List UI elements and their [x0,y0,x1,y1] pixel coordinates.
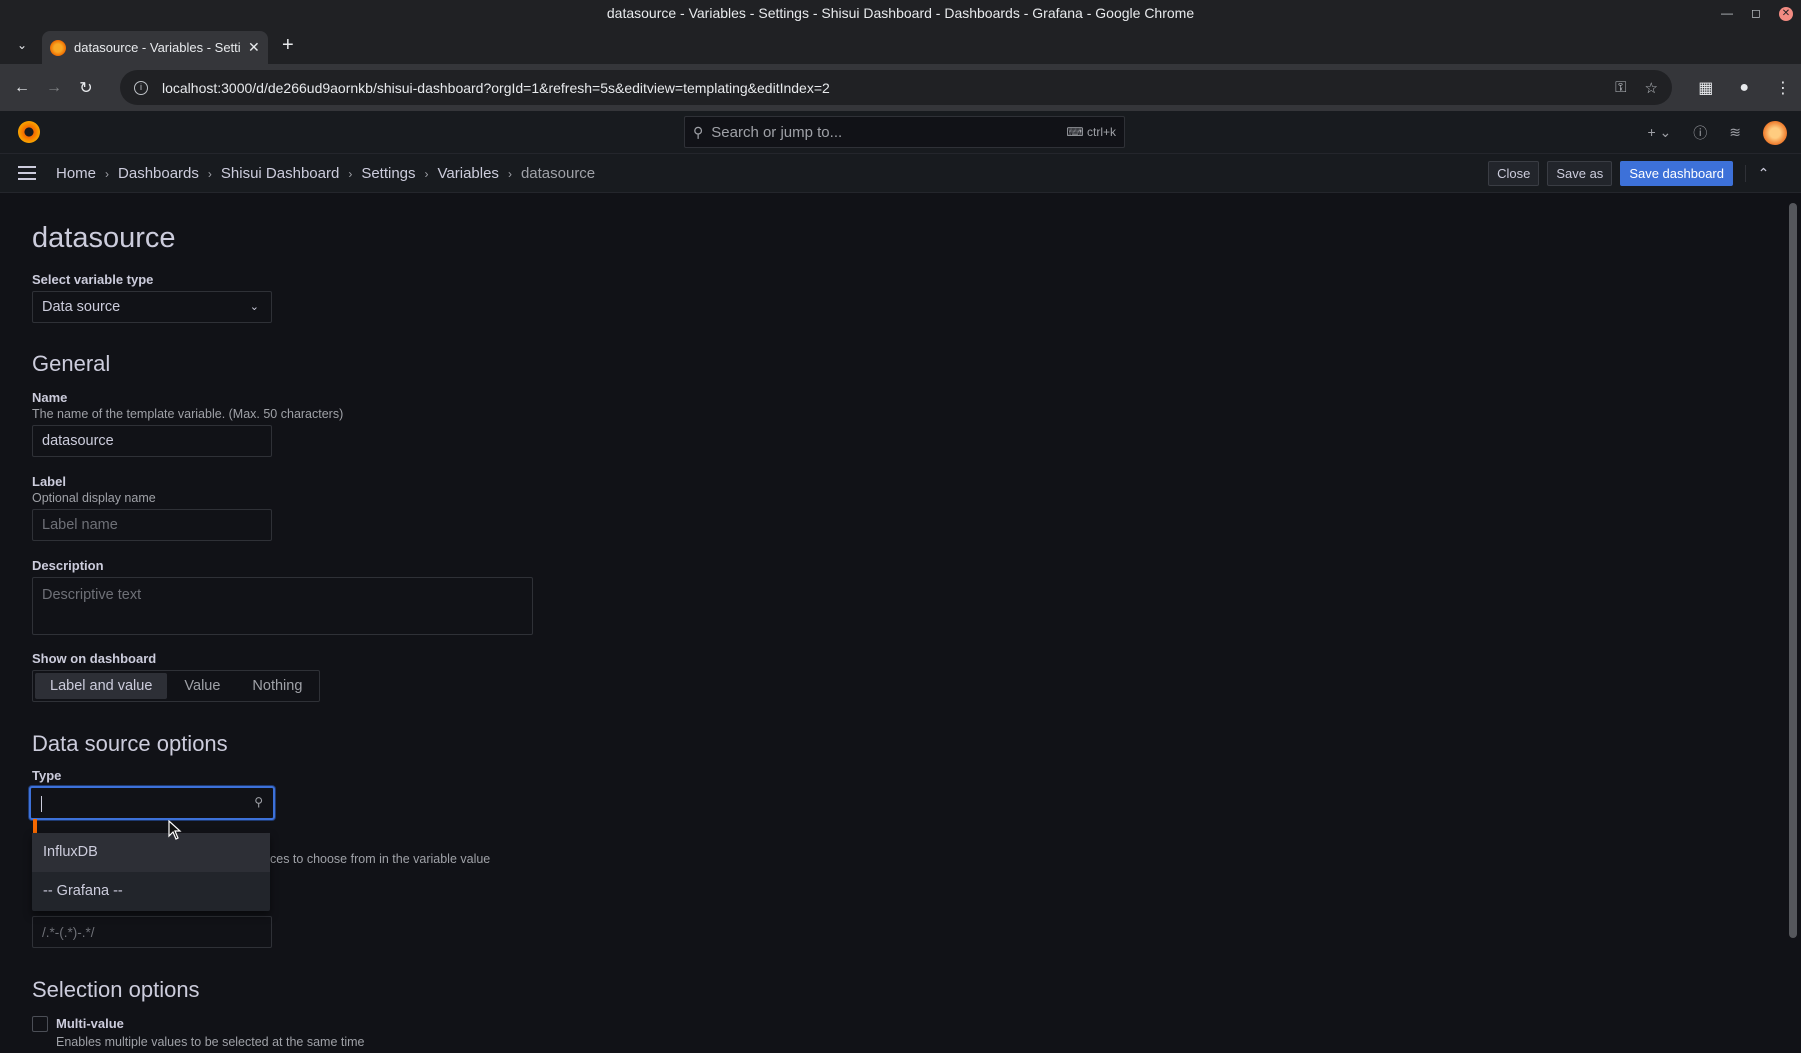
description-placeholder: Descriptive text [42,587,142,603]
site-info-icon[interactable]: i [134,80,148,95]
regex-input[interactable]: /.*-(.*)-.*/ [32,916,272,948]
save-as-button[interactable]: Save as [1547,161,1613,186]
chevron-up-icon[interactable]: ⌃ [1745,165,1781,182]
show-on-dashboard-radio-group: Label and value Value Nothing [32,670,321,702]
radio-label-and-value[interactable]: Label and value [35,673,168,699]
name-input[interactable]: datasource [32,425,272,457]
breadcrumb-variables[interactable]: Variables [438,165,499,182]
option-grafana[interactable]: -- Grafana -- [32,872,270,911]
topbar-actions: + ⌄ ⓘ ≋ [1647,111,1787,154]
tab-search-icon[interactable]: ⌄ [12,35,32,55]
browser-toolbar: ← → ↻ i localhost:3000/d/de266ud9aornkb/… [0,64,1801,111]
breadcrumb-dashboard[interactable]: Shisui Dashboard [221,165,339,182]
type-dropdown-menu: InfluxDB -- Grafana -- [32,833,270,911]
regex-placeholder: /.*-(.*)-.*/ [42,924,95,940]
tab-strip: ⌄ datasource - Variables - Settings - Sh… [0,27,1801,64]
window-titlebar: datasource - Variables - Settings - Shis… [0,0,1801,27]
page-title: datasource [32,222,176,254]
grafana-favicon-icon [50,39,66,56]
option-influxdb[interactable]: InfluxDB [32,833,270,872]
menu-icon[interactable] [18,166,36,180]
maximize-icon[interactable]: ◻ [1751,0,1761,27]
search-placeholder: Search or jump to... [711,123,843,141]
bookmark-star-icon[interactable]: ☆ [1645,79,1658,97]
url-text[interactable]: localhost:3000/d/de266ud9aornkb/shisui-d… [162,80,830,96]
variable-type-select[interactable]: Data source ⌄ [32,291,272,323]
label-placeholder: Label name [42,517,118,533]
selection-options-heading: Selection options [32,977,200,1002]
breadcrumb-separator-icon: › [507,166,512,181]
radio-nothing[interactable]: Nothing [237,673,317,699]
datasource-options-heading: Data source options [32,731,228,756]
breadcrumb-separator-icon: › [105,166,110,181]
breadcrumb-current: datasource [520,165,596,182]
loading-indicator [33,819,37,833]
save-dashboard-button[interactable]: Save dashboard [1620,161,1733,186]
multi-value-label: Multi-value [56,1016,124,1031]
reload-icon[interactable]: ↻ [70,78,102,98]
grafana-topbar: ⚲ Search or jump to... ⌨ ctrl+k + ⌄ ⓘ ≋ [0,111,1801,154]
type-select-input[interactable]: ⚲ [29,786,275,820]
close-button[interactable]: Close [1488,161,1540,186]
multi-value-checkbox[interactable] [32,1016,48,1032]
address-bar[interactable]: i localhost:3000/d/de266ud9aornkb/shisui… [120,70,1672,105]
toolbar-actions: ▦ ● ⋮ [1698,64,1791,111]
search-bar[interactable]: ⚲ Search or jump to... ⌨ ctrl+k [684,116,1125,148]
window-controls: — ◻ ✕ [1721,0,1793,27]
breadcrumb-separator-icon: › [348,166,353,181]
extensions-icon[interactable]: ▦ [1698,78,1713,98]
general-heading: General [32,351,111,376]
multi-value-description: Enables multiple values to be selected a… [56,1035,365,1049]
label-description: Optional display name [32,491,156,505]
breadcrumb-settings[interactable]: Settings [361,165,415,182]
variable-type-value: Data source [42,299,121,315]
minimize-icon[interactable]: — [1721,0,1733,27]
breadcrumb: Home › Dashboards › Shisui Dashboard › S… [56,154,595,193]
help-icon[interactable]: ⓘ [1693,123,1707,143]
instance-description: ces to choose from in the variable value [270,852,491,866]
name-description: The name of the template variable. (Max.… [32,407,344,421]
add-new-icon[interactable]: + ⌄ [1647,124,1671,141]
scrollbar-thumb[interactable] [1789,203,1797,938]
breadcrumb-separator-icon: › [424,166,429,181]
description-label: Description [32,558,104,573]
breadcrumb-home[interactable]: Home [56,165,96,182]
new-tab-icon[interactable]: + [282,35,294,55]
name-value: datasource [42,433,114,449]
scrollbar[interactable] [1787,193,1799,1053]
close-window-icon[interactable]: ✕ [1779,6,1793,21]
text-caret [41,796,42,812]
breadcrumb-separator-icon: › [207,166,212,181]
name-label: Name [32,390,68,405]
chrome-menu-icon[interactable]: ⋮ [1775,78,1791,98]
forward-icon[interactable]: → [38,79,70,97]
back-icon[interactable]: ← [6,79,38,97]
profile-icon[interactable]: ● [1739,79,1749,97]
breadcrumb-dashboards[interactable]: Dashboards [118,165,199,182]
news-feed-icon[interactable]: ≋ [1729,124,1741,141]
variable-type-label: Select variable type [32,272,154,287]
browser-tab[interactable]: datasource - Variables - Settings - Shis… [42,31,268,64]
password-key-icon[interactable]: ⚿ [1615,79,1626,96]
search-icon: ⚲ [254,795,263,809]
breadcrumb-bar: Home › Dashboards › Shisui Dashboard › S… [0,154,1801,193]
chevron-down-icon: ⌄ [249,301,259,313]
window-title: datasource - Variables - Settings - Shis… [606,5,1195,21]
tab-title: datasource - Variables - Settings - Shis… [74,40,240,55]
label-input[interactable]: Label name [32,509,272,541]
omnibox-actions: ⚿ ☆ [1615,70,1658,105]
search-shortcut: ⌨ ctrl+k [1066,125,1116,139]
grafana-logo-icon[interactable] [18,121,40,143]
avatar[interactable] [1763,120,1787,145]
radio-value[interactable]: Value [169,673,235,699]
tab-close-icon[interactable]: ✕ [248,39,260,56]
type-label: Type [32,768,62,783]
search-icon: ⚲ [693,123,704,140]
label-label: Label [32,474,66,489]
description-textarea[interactable]: Descriptive text [32,577,533,635]
dashboard-actions: Close Save as Save dashboard ⌃ [1488,161,1781,186]
show-on-dashboard-label: Show on dashboard [32,651,157,666]
